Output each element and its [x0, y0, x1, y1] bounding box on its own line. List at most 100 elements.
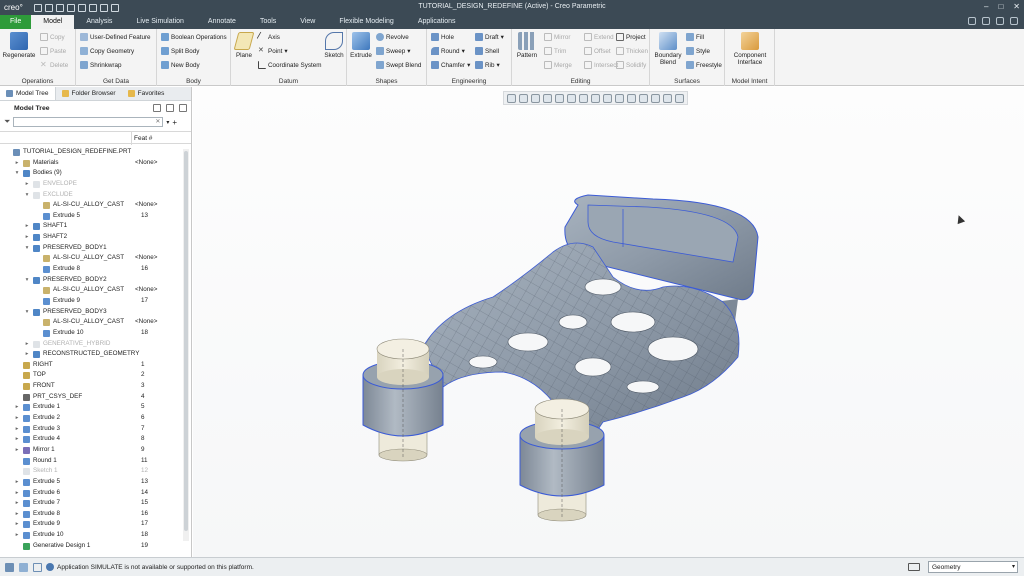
- collapse-arrow-icon[interactable]: ▾: [24, 243, 30, 254]
- tree-row[interactable]: ▸ Extrude 2 6: [0, 413, 182, 424]
- tree-row[interactable]: AL-SI-CU_ALLOY_CAST <None>: [0, 200, 182, 211]
- offset-button[interactable]: Offset: [584, 47, 611, 55]
- expand-arrow-icon[interactable]: ▸: [14, 509, 20, 520]
- collapse-arrow-icon[interactable]: ▾: [24, 275, 30, 286]
- expand-arrow-icon[interactable]: ▸: [24, 221, 30, 232]
- point-dropdown-icon[interactable]: ▾: [284, 48, 287, 55]
- group-label-editing[interactable]: Editing: [512, 78, 649, 85]
- group-label-body[interactable]: Body: [157, 78, 230, 85]
- tree-row[interactable]: AL-SI-CU_ALLOY_CAST <None>: [0, 285, 182, 296]
- open-file-icon[interactable]: [45, 3, 53, 12]
- tree-row[interactable]: Generative Design 1 19: [0, 541, 182, 552]
- close-icon[interactable]: ✕: [1013, 2, 1020, 11]
- plane-button[interactable]: Plane: [233, 32, 255, 59]
- expand-arrow-icon[interactable]: ▸: [14, 477, 20, 488]
- tab-tools[interactable]: Tools: [248, 15, 288, 29]
- tree-row[interactable]: ▸ Materials <None>: [0, 158, 182, 169]
- tab-favorites[interactable]: Favorites: [122, 87, 171, 100]
- tab-live-simulation[interactable]: Live Simulation: [124, 15, 195, 29]
- tree-row[interactable]: ▸ ENVELOPE: [0, 179, 182, 190]
- point-button[interactable]: ✕ Point ▾: [258, 47, 288, 55]
- tree-row[interactable]: ▸ Extrude 6 14: [0, 488, 182, 499]
- hole-button[interactable]: Hole: [431, 33, 454, 41]
- tab-analysis[interactable]: Analysis: [74, 15, 124, 29]
- minimize-icon[interactable]: ‒: [984, 2, 988, 11]
- expand-arrow-icon[interactable]: ▸: [14, 445, 20, 456]
- regenerate-icon[interactable]: [89, 3, 97, 12]
- feat-number-column[interactable]: Feat #: [134, 135, 152, 142]
- tab-folder-browser[interactable]: Folder Browser: [56, 87, 122, 100]
- tree-row[interactable]: ▸ Extrude 10 18: [0, 530, 182, 541]
- draft-dropdown-icon[interactable]: ▾: [501, 34, 504, 41]
- draft-button[interactable]: Draft ▾: [475, 33, 504, 41]
- expand-arrow-icon[interactable]: ▸: [14, 402, 20, 413]
- smart-select-icon[interactable]: [908, 563, 920, 571]
- tree-scrollbar-thumb[interactable]: [184, 151, 188, 531]
- expand-arrow-icon[interactable]: ▸: [14, 498, 20, 509]
- add-filter-icon[interactable]: +: [172, 118, 177, 127]
- show-icon[interactable]: [179, 104, 187, 112]
- project-button[interactable]: Project: [616, 33, 646, 41]
- tab-annotate[interactable]: Annotate: [196, 15, 248, 29]
- help-icon[interactable]: [1010, 17, 1018, 25]
- search-icon[interactable]: [996, 17, 1004, 25]
- 3d-model[interactable]: [193, 87, 1024, 557]
- selection-filter-select[interactable]: Geometry ▾: [928, 561, 1018, 573]
- clear-search-icon[interactable]: ✕: [155, 118, 160, 125]
- pattern-button[interactable]: Pattern: [514, 32, 540, 59]
- rib-button[interactable]: Rib ▾: [475, 61, 500, 69]
- tree-columns-icon[interactable]: [153, 104, 161, 112]
- tree-row[interactable]: ▸ Extrude 9 17: [0, 519, 182, 530]
- tree-row[interactable]: ▾ PRESERVED_BODY3: [0, 307, 182, 318]
- collapse-arrow-icon[interactable]: ▾: [14, 168, 20, 179]
- new-body-button[interactable]: New Body: [161, 61, 200, 69]
- sweep-button[interactable]: Sweep ▾: [376, 47, 410, 55]
- tree-row[interactable]: ▸ Extrude 8 16: [0, 509, 182, 520]
- group-label-surfaces[interactable]: Surfaces: [650, 78, 724, 85]
- freestyle-button[interactable]: Freestyle: [686, 61, 722, 69]
- tree-row[interactable]: AL-SI-CU_ALLOY_CAST <None>: [0, 253, 182, 264]
- merge-button[interactable]: Merge: [544, 61, 572, 69]
- axis-button[interactable]: Axis: [256, 31, 280, 43]
- new-file-icon[interactable]: [34, 3, 42, 12]
- toggle-navigator-icon[interactable]: [5, 562, 14, 572]
- full-screen-icon[interactable]: [33, 562, 42, 572]
- tree-row[interactable]: ▸ GENERATIVE_HYBRID: [0, 339, 182, 350]
- tree-row[interactable]: AL-SI-CU_ALLOY_CAST <None>: [0, 317, 182, 328]
- shrinkwrap-button[interactable]: Shrinkwrap: [80, 61, 122, 69]
- user-defined-feature-button[interactable]: User-Defined Feature: [80, 33, 151, 41]
- chamfer-button[interactable]: Chamfer ▾: [431, 61, 470, 69]
- split-body-button[interactable]: Split Body: [161, 47, 199, 55]
- boolean-operations-button[interactable]: Boolean Operations: [161, 33, 227, 41]
- group-label-model-intent[interactable]: Model Intent: [725, 78, 774, 85]
- filter-icon[interactable]: ⏷: [4, 117, 10, 127]
- sweep-dropdown-icon[interactable]: ▾: [407, 48, 410, 55]
- extrude-button[interactable]: Extrude: [348, 32, 374, 59]
- round-button[interactable]: Round ▾: [431, 47, 465, 55]
- tab-applications[interactable]: Applications: [406, 15, 468, 29]
- chamfer-dropdown-icon[interactable]: ▾: [467, 62, 470, 69]
- tree-row[interactable]: ▾ PRESERVED_BODY1: [0, 243, 182, 254]
- tree-row[interactable]: Extrude 8 16: [0, 264, 182, 275]
- shell-button[interactable]: Shell: [475, 47, 499, 55]
- style-button[interactable]: Style: [686, 47, 710, 55]
- tree-row[interactable]: Extrude 10 18: [0, 328, 182, 339]
- save-icon[interactable]: [56, 3, 64, 12]
- collapse-ribbon-icon[interactable]: [968, 17, 976, 25]
- redo-icon[interactable]: [78, 3, 86, 12]
- coordinate-system-button[interactable]: Coordinate System: [258, 61, 322, 69]
- tree-row[interactable]: Extrude 5 13: [0, 211, 182, 222]
- windows-icon[interactable]: [100, 3, 108, 12]
- expand-arrow-icon[interactable]: ▸: [14, 488, 20, 499]
- tab-view[interactable]: View: [288, 15, 327, 29]
- tree-row[interactable]: ▾ Bodies (9): [0, 168, 182, 179]
- maximize-icon[interactable]: □: [998, 2, 1003, 11]
- tree-row[interactable]: ▾ EXCLUDE: [0, 190, 182, 201]
- mirror-button[interactable]: Mirror: [544, 33, 570, 41]
- expand-arrow-icon[interactable]: ▸: [14, 519, 20, 530]
- tab-model[interactable]: Model: [31, 15, 75, 29]
- revolve-button[interactable]: Revolve: [376, 33, 409, 41]
- thicken-button[interactable]: Thicken: [616, 47, 648, 55]
- tree-row[interactable]: PRT_CSYS_DEF 4: [0, 392, 182, 403]
- expand-arrow-icon[interactable]: ▸: [24, 339, 30, 350]
